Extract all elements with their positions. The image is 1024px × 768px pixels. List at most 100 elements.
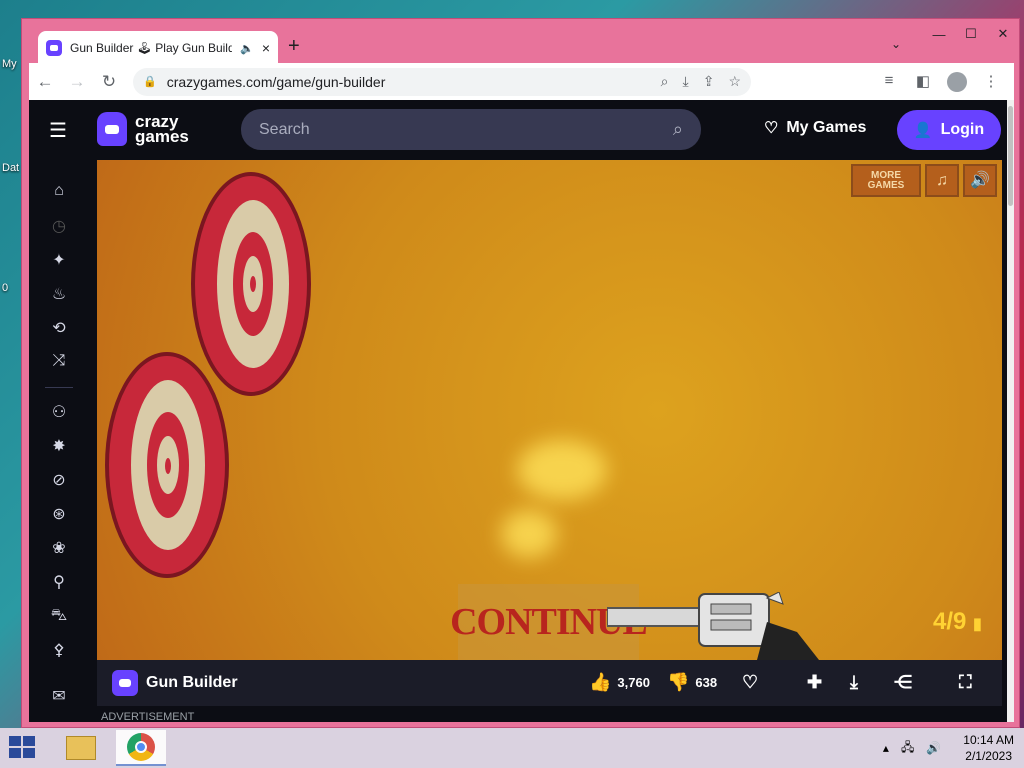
- window-controls: — ☐ ✕: [923, 21, 1019, 47]
- heart-icon: ♡: [764, 120, 779, 137]
- crazygames-logo[interactable]: crazy games: [97, 112, 189, 146]
- system-tray: ▴ 🖧 🔊 10:14 AM 2/1/2023: [877, 732, 1014, 764]
- maximize-button[interactable]: ☐: [955, 21, 987, 47]
- fullscreen-button[interactable]: ⛶: [959, 672, 978, 693]
- search-icon[interactable]: ⌕: [673, 119, 683, 140]
- mail-icon[interactable]: ✉: [48, 686, 70, 708]
- search-placeholder: Search: [259, 120, 310, 138]
- sidebar-multiplayer-icon[interactable]: ⚇: [48, 402, 70, 424]
- crazygames-small-logo-icon: [112, 670, 138, 696]
- sidebar-casual-icon[interactable]: ❀: [48, 538, 70, 560]
- clock[interactable]: 10:14 AM 2/1/2023: [963, 732, 1014, 764]
- sidebar-car-icon[interactable]: ⛍: [48, 606, 70, 628]
- sidebar-home-icon[interactable]: ⌂: [48, 182, 70, 204]
- scrollbar-thumb[interactable]: [1008, 106, 1013, 206]
- speaker-icon[interactable]: 🔈: [240, 42, 254, 55]
- bookmark-star-icon[interactable]: ☆: [728, 73, 741, 90]
- download-button[interactable]: ⤓: [850, 672, 864, 693]
- login-button[interactable]: 👤 Login: [897, 110, 1001, 150]
- advertisement-label: ADVERTISEMENT: [101, 711, 195, 722]
- install-icon[interactable]: ⤓: [683, 73, 689, 90]
- user-icon: 👤: [913, 122, 933, 139]
- desktop-icon-label[interactable]: Dat: [2, 162, 19, 174]
- thumbs-down-icon: 👎: [667, 672, 690, 692]
- sidebar-trending-icon[interactable]: ♨: [48, 284, 70, 306]
- sidebar-new-icon[interactable]: ✦: [48, 250, 70, 272]
- new-tab-button[interactable]: +: [288, 35, 300, 58]
- sidebar-sports-icon[interactable]: ⊛: [48, 504, 70, 526]
- show-hidden-icons-icon[interactable]: ▴: [883, 741, 889, 755]
- heart-icon: ♡: [742, 672, 759, 692]
- url-text[interactable]: crazygames.com/game/gun-builder: [167, 74, 647, 90]
- fullscreen-icon: ⛶: [959, 672, 972, 692]
- lock-icon[interactable]: 🔒: [143, 75, 157, 88]
- my-games-link[interactable]: ♡ My Games: [764, 118, 866, 138]
- sidebar-random-icon[interactable]: ⤨: [48, 352, 70, 374]
- thumbs-up-icon: 👍: [589, 672, 612, 692]
- share-icon[interactable]: ⇪: [703, 73, 715, 90]
- game-canvas[interactable]: MORE GAMES ♫ 🔊 CONTINUE 4/9 ▮: [97, 160, 1002, 660]
- sidebar-recent-icon[interactable]: ◷: [48, 216, 70, 238]
- minimize-button[interactable]: —: [923, 21, 955, 47]
- report-button[interactable]: ✚: [807, 672, 828, 693]
- chrome-taskbar-icon[interactable]: [116, 730, 166, 766]
- more-games-button[interactable]: MORE GAMES: [851, 164, 921, 197]
- game-title: Gun Builder: [146, 674, 238, 691]
- chevron-down-icon[interactable]: ⌄: [891, 37, 901, 51]
- my-games-label: My Games: [786, 119, 867, 136]
- gamepad-icon: ✚: [807, 672, 823, 692]
- bullet-icon: ▮: [973, 616, 982, 633]
- close-window-button[interactable]: ✕: [987, 21, 1019, 47]
- crazygames-favicon-icon: [46, 40, 62, 56]
- browser-toolbar: ← → ↻ 🔒 crazygames.com/game/gun-builder …: [29, 63, 1014, 100]
- site-header: ☰ crazy games Search ⌕ ♡ My Games 👤 Logi…: [29, 100, 1014, 160]
- network-icon[interactable]: 🖧: [901, 738, 914, 759]
- reload-icon[interactable]: ↻: [93, 72, 125, 92]
- desktop-icon-label[interactable]: 0: [2, 282, 8, 294]
- page-content: ☰ crazy games Search ⌕ ♡ My Games 👤 Logi…: [29, 100, 1014, 722]
- browser-tab[interactable]: Gun Builder 🕹 Play Gun Builder 🔈 ×: [38, 31, 278, 65]
- scrollbar[interactable]: [1007, 100, 1014, 722]
- target-upper: [191, 172, 311, 396]
- ammo-counter: 4/9 ▮: [933, 608, 982, 635]
- sidebar-adventure-icon[interactable]: ⊘: [48, 470, 70, 492]
- sidebar: ⌂ ◷ ✦ ♨ ⟲ ⤨ ⚇ ✸ ⊘ ⊛ ❀ ⚲ ⛍ ⚴ ✉: [29, 160, 89, 722]
- sidebar-divider: [45, 387, 73, 388]
- browser-window: Gun Builder 🕹 Play Gun Builder 🔈 × + ⌄ —…: [21, 18, 1020, 728]
- sidebar-updated-icon[interactable]: ⟲: [48, 318, 70, 340]
- share-button[interactable]: ⋲: [894, 672, 918, 693]
- sidebar-clicker-icon[interactable]: ⚴: [48, 640, 70, 662]
- tab-title: Gun Builder 🕹 Play Gun Builder: [70, 41, 233, 55]
- revolver-gun: [607, 592, 819, 660]
- sidebar-action-icon[interactable]: ✸: [48, 436, 70, 458]
- forward-icon[interactable]: →: [61, 72, 93, 92]
- game-action-bar: Gun Builder 👍 3,760 👎 638 ♡ ✚ ⤓ ⋲ ⛶: [97, 660, 1002, 706]
- muzzle-smoke: [501, 510, 557, 558]
- sidebar-bike-icon[interactable]: ⚲: [48, 572, 70, 594]
- tab-strip: Gun Builder 🕹 Play Gun Builder 🔈 × + ⌄ —…: [22, 19, 1019, 65]
- zoom-search-icon[interactable]: ⌕: [661, 73, 669, 90]
- clock-date: 2/1/2023: [965, 749, 1012, 763]
- windows-start-icon[interactable]: [9, 736, 37, 760]
- search-input[interactable]: Search ⌕: [241, 109, 701, 150]
- logo-text-line2: games: [135, 127, 189, 146]
- back-icon[interactable]: ←: [29, 72, 61, 92]
- side-panel-icon[interactable]: ◧: [906, 72, 940, 92]
- favorite-button[interactable]: ♡: [742, 672, 764, 693]
- reading-list-icon[interactable]: ≡: [872, 72, 906, 92]
- like-button[interactable]: 👍 3,760: [589, 672, 650, 693]
- file-explorer-icon[interactable]: [56, 730, 106, 766]
- music-toggle-icon[interactable]: ♫: [925, 164, 959, 197]
- volume-icon[interactable]: 🔊: [926, 741, 941, 755]
- desktop-icon-label[interactable]: My: [2, 58, 17, 70]
- download-icon: ⤓: [850, 672, 858, 692]
- ghost-logo-icon: [97, 112, 127, 146]
- menu-dots-icon[interactable]: ⋮: [974, 72, 1008, 92]
- close-tab-icon[interactable]: ×: [262, 40, 270, 56]
- dislike-button[interactable]: 👎 638: [667, 672, 717, 693]
- profile-avatar-icon[interactable]: [947, 71, 967, 92]
- share-icon: ⋲: [894, 672, 912, 692]
- menu-toggle-icon[interactable]: ☰: [49, 118, 71, 142]
- sound-toggle-icon[interactable]: 🔊: [963, 164, 997, 197]
- address-bar[interactable]: 🔒 crazygames.com/game/gun-builder ⌕ ⤓ ⇪ …: [133, 67, 751, 96]
